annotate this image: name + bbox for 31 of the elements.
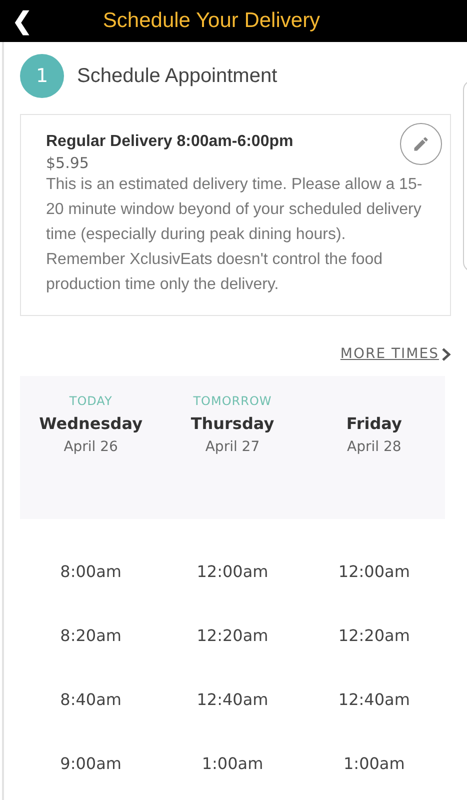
time-slot[interactable]: 8:00am: [52, 539, 130, 603]
back-button[interactable]: ❮: [0, 6, 44, 36]
time-slot[interactable]: 12:40am: [188, 667, 276, 731]
time-slot[interactable]: 12:00am: [330, 539, 418, 603]
time-slot[interactable]: 12:40am: [330, 667, 418, 731]
page-title: Schedule Your Delivery: [102, 9, 322, 33]
time-slot[interactable]: 1:00am: [336, 731, 413, 795]
time-slot[interactable]: 12:20am: [188, 603, 276, 667]
time-slot[interactable]: 12:20am: [330, 603, 418, 667]
time-slot[interactable]: 8:20am: [52, 603, 130, 667]
day-tag: TODAY: [69, 394, 112, 408]
step-title: Schedule Appointment: [77, 64, 278, 88]
pencil-icon: [412, 135, 430, 153]
weekday: Wednesday: [39, 414, 142, 433]
weekday: Thursday: [190, 414, 274, 433]
chevron-right-icon: [442, 348, 451, 360]
weekday: Friday: [346, 414, 402, 433]
step-number: 1: [20, 54, 64, 98]
date: April 26: [64, 439, 118, 455]
option-price: $5.95: [46, 154, 90, 172]
date: April 28: [347, 439, 402, 455]
day-tag: TOMORROW: [193, 394, 272, 408]
time-slot[interactable]: 9:00am: [52, 731, 130, 795]
more-times-link[interactable]: MORE TIMES: [340, 346, 451, 362]
edit-button[interactable]: [400, 123, 442, 165]
time-slot[interactable]: 8:40am: [52, 667, 130, 731]
time-slot[interactable]: 1:00am: [194, 731, 272, 795]
date: April 27: [205, 439, 260, 455]
option-description: This is an estimated delivery time. Please allow a 15-20 minute window beyond of your scheduled delivery time (especially during peak dining hours). Remember XclusivEats doesn't control the food production time only the delivery.: [46, 175, 424, 295]
time-slot[interactable]: 12:00am: [188, 539, 276, 603]
option-title: Regular Delivery 8:00am-6:00pm: [46, 133, 294, 151]
